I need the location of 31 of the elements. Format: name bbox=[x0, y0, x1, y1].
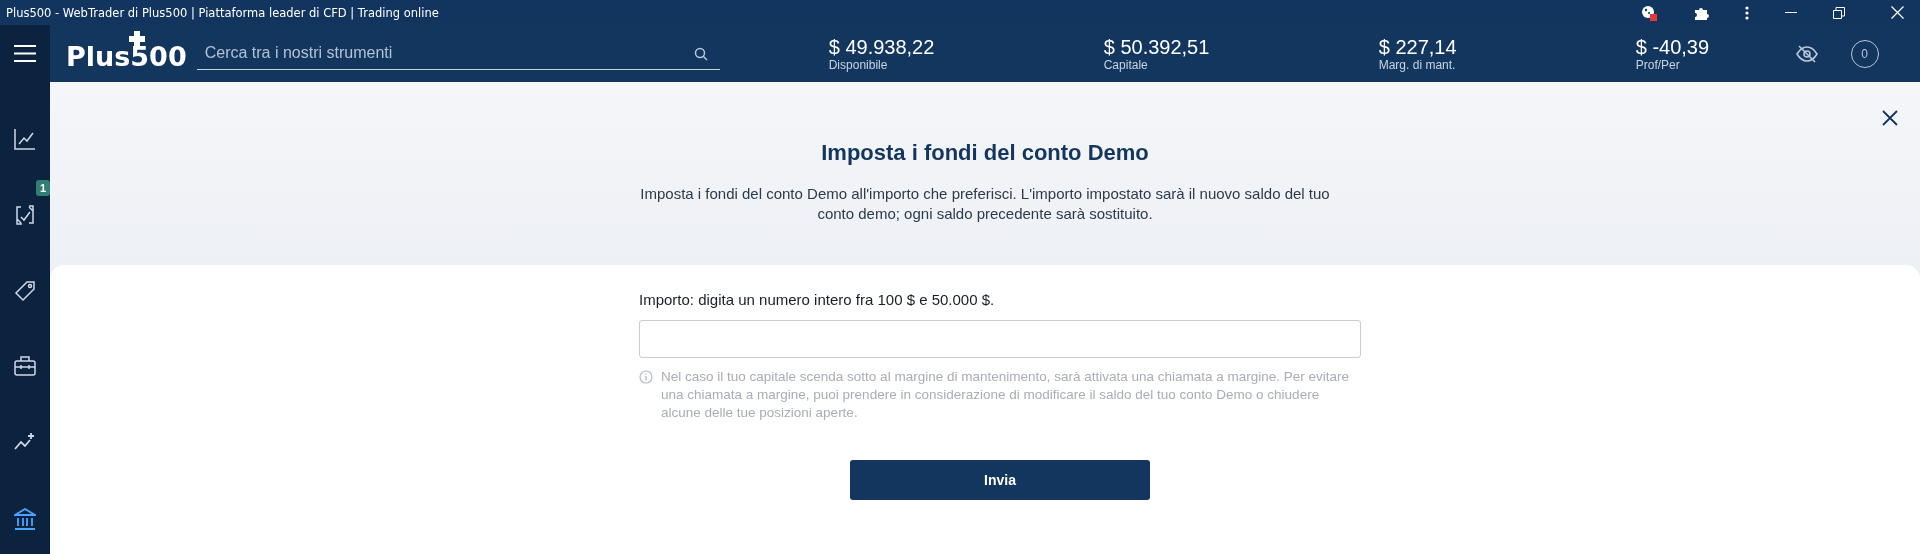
exchange-icon[interactable] bbox=[14, 204, 36, 226]
line-chart-icon[interactable] bbox=[14, 128, 36, 150]
stat-value: $ 50.392,51 bbox=[1103, 35, 1211, 58]
more-icon[interactable] bbox=[1745, 4, 1749, 21]
stat-value: $ 49.938,22 bbox=[828, 35, 936, 58]
stat-label: Disponibile bbox=[828, 57, 889, 72]
notification-badge: 1 bbox=[36, 180, 51, 196]
field-label: Importo: digita un numero intero fra 100 $ e 50.000 $. bbox=[639, 291, 996, 308]
bank-icon[interactable] bbox=[14, 508, 36, 530]
search-field[interactable]: Cerca tra i nostri strumenti bbox=[196, 37, 720, 70]
stat-label: Capitale bbox=[1103, 57, 1149, 72]
tag-icon[interactable] bbox=[14, 280, 36, 302]
menu-icon[interactable] bbox=[14, 45, 36, 62]
restore-icon[interactable] bbox=[1833, 6, 1845, 19]
stat-label: Prof/Per bbox=[1635, 57, 1681, 72]
info-icon bbox=[639, 370, 653, 384]
minimize-icon[interactable] bbox=[1785, 11, 1797, 14]
stat-value: $ -40,39 bbox=[1635, 35, 1711, 58]
hidden-eye-icon[interactable] bbox=[1795, 44, 1818, 63]
submit-button[interactable]: Invia bbox=[850, 460, 1150, 500]
window-title: Plus500 - WebTrader di Plus500 | Piattaforma leader di CFD | Trading online bbox=[6, 5, 439, 20]
sparkle-trend-icon[interactable] bbox=[14, 432, 36, 452]
briefcase-icon[interactable] bbox=[14, 356, 36, 376]
dialog-title: Imposta i fondi del conto Demo bbox=[821, 140, 1149, 166]
amount-field[interactable] bbox=[639, 320, 1361, 358]
search-icon[interactable] bbox=[693, 46, 708, 61]
close-icon[interactable] bbox=[1882, 110, 1898, 126]
stat-label: Marg. di mant. bbox=[1378, 57, 1457, 72]
stat-value: $ 227,14 bbox=[1378, 35, 1458, 58]
dialog-description: Imposta i fondi del conto Demo all'importo che preferisci. L'importo impostato sarà il nuovo saldo del tuo conto demo; ogni saldo precedente sarà sostituito. bbox=[639, 184, 1331, 224]
cookie-icon[interactable] bbox=[1641, 4, 1657, 21]
